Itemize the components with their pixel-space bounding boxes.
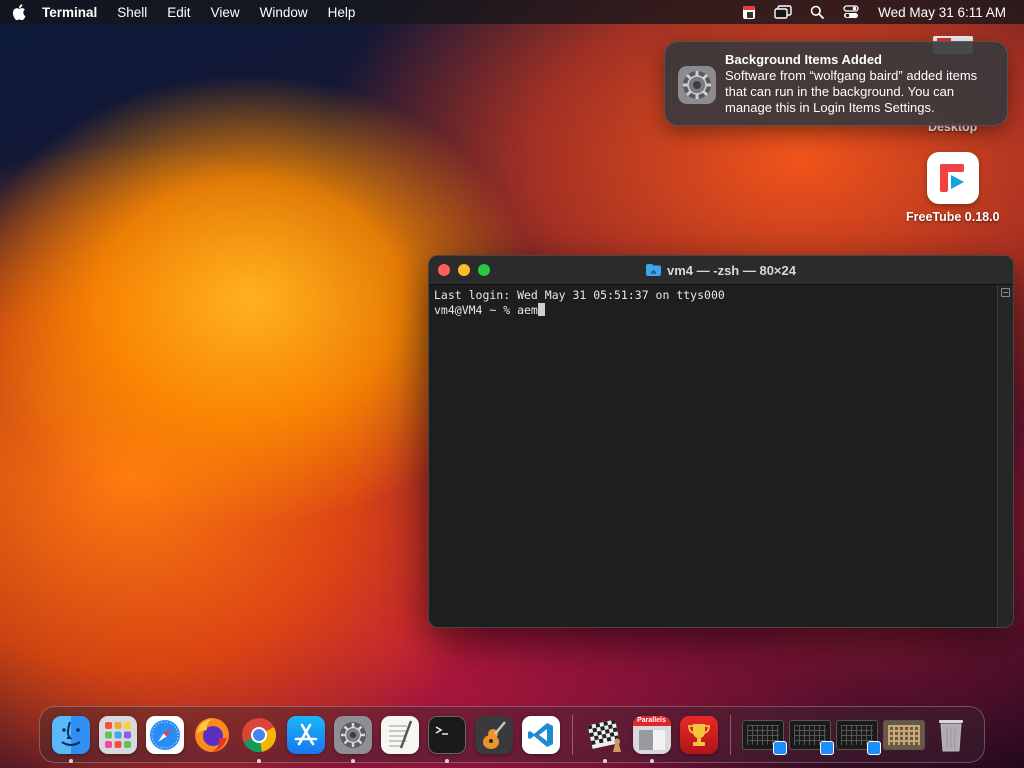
dock-minimized-window-2[interactable] (786, 711, 834, 758)
safari-icon (145, 715, 184, 754)
minimize-button[interactable] (458, 264, 470, 276)
control-center-icon[interactable] (834, 0, 868, 24)
dock-firefox[interactable] (188, 711, 235, 758)
dock-textedit[interactable] (376, 711, 423, 758)
menu-bar-clock[interactable]: Wed May 31 6:11 AM (868, 5, 1006, 20)
vscode-icon (521, 715, 560, 754)
firefox-icon (193, 716, 231, 754)
parallels-label: Parallels (632, 715, 671, 726)
terminal-title: vm4 — -zsh — 80×24 (667, 262, 796, 278)
scroll-marker-icon[interactable] (1001, 288, 1010, 297)
menu-shell[interactable]: Shell (107, 0, 157, 24)
running-indicator (68, 759, 73, 763)
dock-garageband[interactable] (470, 711, 517, 758)
terminal-prompt-text: vm4@VM4 ~ % aem (434, 303, 538, 317)
running-indicator (602, 759, 607, 763)
running-indicator (256, 759, 261, 763)
dock-separator (730, 714, 731, 755)
dock-finder[interactable] (47, 711, 94, 763)
dock-terminal[interactable] (423, 711, 470, 763)
chrome-icon (240, 716, 278, 754)
launchpad-icon (98, 715, 137, 754)
notification-title: Background Items Added (725, 52, 882, 67)
home-folder-icon (646, 264, 661, 276)
search-icon[interactable] (800, 0, 834, 24)
menu-view[interactable]: View (201, 0, 250, 24)
dock-system-settings[interactable] (329, 711, 376, 763)
screen-mirroring-icon[interactable] (766, 0, 800, 24)
finder-icon (51, 715, 90, 754)
minimized-window-3 (835, 719, 881, 755)
dock-safari[interactable] (141, 711, 188, 758)
menu-help[interactable]: Help (318, 0, 366, 24)
close-button[interactable] (438, 264, 450, 276)
terminal-scrollbar[interactable] (997, 285, 1013, 627)
terminal-titlebar[interactable]: vm4 — -zsh — 80×24 (429, 256, 1013, 285)
dock-trash[interactable] (927, 711, 974, 758)
terminal-cursor (537, 303, 545, 316)
dock-minimized-window-1[interactable] (739, 711, 787, 758)
freetube-app-icon (926, 152, 979, 204)
dock: Parallels (39, 706, 985, 763)
minimized-window-1 (741, 719, 787, 755)
terminal-icon (427, 715, 466, 754)
system-settings-icon (333, 715, 372, 754)
notification-background-items[interactable]: Background Items Added Software from “wo… (664, 41, 1008, 126)
dock-chess[interactable] (581, 711, 628, 763)
textedit-icon (380, 715, 419, 754)
running-indicator (649, 759, 654, 763)
parallels-icon: Parallels (632, 715, 671, 754)
minimized-window-4 (882, 719, 925, 750)
terminal-content[interactable]: Last login: Wed May 31 05:51:37 on ttys0… (429, 285, 997, 627)
system-settings-gear-icon (677, 65, 717, 105)
freetube-label: FreeTube 0.18.0 (906, 210, 1000, 224)
dock-app-store[interactable] (282, 711, 329, 758)
running-indicator (444, 759, 449, 763)
dock-vscode[interactable] (517, 711, 564, 758)
app-store-icon (286, 715, 325, 754)
trophy-icon (679, 715, 718, 754)
dock-trophy-app[interactable] (675, 711, 722, 758)
dock-parallels[interactable]: Parallels (628, 711, 675, 763)
desktop-freetube[interactable]: FreeTube 0.18.0 (906, 152, 1000, 224)
menu-app-name[interactable]: Terminal (38, 0, 107, 24)
dock-launchpad[interactable] (94, 711, 141, 758)
chess-icon (586, 716, 624, 754)
minimized-window-2 (788, 719, 834, 755)
menu-bar: Terminal Shell Edit View Window Help Wed… (0, 0, 1024, 24)
apple-menu-icon[interactable] (0, 4, 38, 20)
terminal-prompt-line: vm4@VM4 ~ % aem (434, 303, 992, 318)
running-indicator (350, 759, 355, 763)
dock-minimized-window-3[interactable] (833, 711, 881, 758)
dock-minimized-window-4[interactable] (880, 711, 927, 758)
notification-message: Software from “wolfgang baird” added ite… (725, 68, 978, 115)
menu-window[interactable]: Window (250, 0, 318, 24)
terminal-line-last-login: Last login: Wed May 31 05:51:37 on ttys0… (434, 288, 725, 302)
dock-separator (572, 714, 573, 755)
zoom-button[interactable] (478, 264, 490, 276)
calendar-icon[interactable] (732, 0, 766, 24)
dock-chrome[interactable] (235, 711, 282, 763)
menu-edit[interactable]: Edit (157, 0, 200, 24)
trash-icon (932, 716, 970, 754)
terminal-window[interactable]: vm4 — -zsh — 80×24 Last login: Wed May 3… (428, 255, 1014, 628)
garageband-icon (474, 715, 513, 754)
